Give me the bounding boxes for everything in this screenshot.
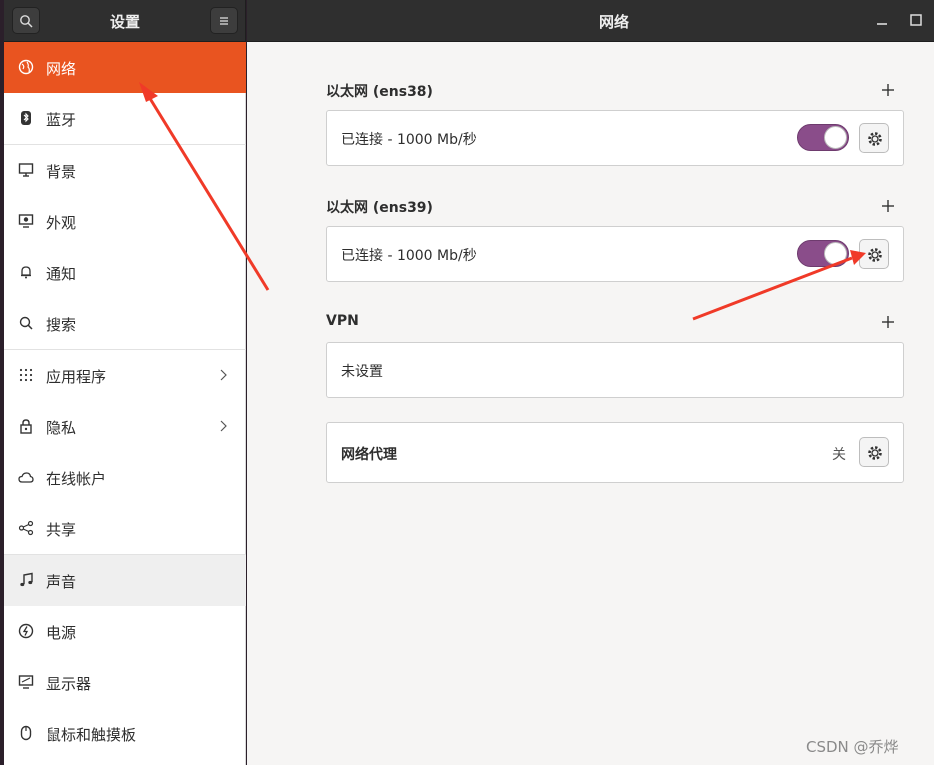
menu-button[interactable] [210, 7, 238, 34]
toggle-knob [824, 242, 847, 265]
network-proxy-label: 网络代理 [341, 447, 397, 463]
apps-grid-icon [19, 368, 33, 382]
bluetooth-icon [21, 111, 31, 125]
network-proxy-row[interactable]: 网络代理 关 [326, 422, 904, 483]
sidebar-item-displays[interactable]: 显示器 [4, 657, 246, 708]
sidebar-item-label: 声音 [46, 573, 77, 591]
sidebar-item-label: 电源 [46, 624, 77, 642]
ethernet-ens38-row: 已连接 - 1000 Mb/秒 [326, 110, 904, 166]
ethernet-ens38-settings-button[interactable] [859, 123, 889, 153]
ethernet-ens39-toggle[interactable] [797, 240, 849, 267]
network-panel: 以太网 (ens38) 已连接 - 1000 Mb/秒 以太网 (ens39) … [247, 42, 934, 765]
hamburger-menu-icon [220, 17, 228, 25]
page-title: 网络 [599, 13, 630, 31]
sidebar-item-sound[interactable]: 声音 [4, 555, 246, 606]
vpn-title: VPN [326, 313, 359, 329]
music-note-icon [20, 572, 33, 587]
appearance-icon [18, 214, 34, 228]
vpn-status: 未设置 [341, 364, 383, 380]
sidebar-item-background[interactable]: 背景 [4, 145, 246, 196]
vpn-row: 未设置 [326, 342, 904, 398]
gear-icon [868, 248, 882, 262]
cloud-icon [18, 472, 34, 483]
power-icon [18, 623, 34, 639]
sidebar-item-applications[interactable]: 应用程序 [4, 350, 246, 401]
search-icon [20, 15, 33, 28]
sidebar-item-bluetooth[interactable]: 蓝牙 [4, 93, 246, 144]
sidebar-item-notifications[interactable]: 通知 [4, 247, 246, 298]
sidebar-item-power[interactable]: 电源 [4, 606, 246, 657]
sidebar-item-label: 共享 [46, 521, 77, 539]
sidebar-item-label: 鼠标和触摸板 [46, 726, 137, 744]
content-header: 网络 [247, 0, 934, 42]
sidebar-item-label: 通知 [46, 265, 77, 283]
ethernet-ens39-row: 已连接 - 1000 Mb/秒 [326, 226, 904, 282]
sidebar: 网络 蓝牙 背景 外观 通知 搜索 应用程序 隐私 在线帐户 共享 声音 电源 … [4, 42, 246, 765]
add-icon[interactable] [881, 83, 895, 97]
settings-window: 设置 网络 网络 蓝牙 背景 外观 通知 搜索 应用程序 隐私 在线帐户 共享 … [0, 0, 934, 765]
proxy-state: 关 [832, 447, 846, 463]
gear-icon [868, 132, 882, 146]
connection-status: 已连接 - 1000 Mb/秒 [341, 132, 477, 148]
minimize-button[interactable] [874, 12, 890, 28]
sidebar-header: 设置 [4, 0, 246, 42]
sidebar-item-label: 隐私 [46, 419, 77, 437]
sidebar-item-label: 蓝牙 [46, 111, 77, 129]
sidebar-item-label: 显示器 [46, 675, 92, 693]
maximize-icon [910, 14, 922, 26]
settings-title: 设置 [110, 13, 141, 31]
ethernet-ens39-title: 以太网 (ens39) [326, 200, 433, 216]
sidebar-item-appearance[interactable]: 外观 [4, 196, 246, 247]
toggle-knob [824, 126, 847, 149]
connection-status: 已连接 - 1000 Mb/秒 [341, 248, 477, 264]
display-icon [18, 675, 34, 689]
search-button[interactable] [12, 7, 40, 34]
gear-icon [868, 446, 882, 460]
sidebar-item-label: 背景 [46, 163, 77, 181]
ethernet-ens38-toggle[interactable] [797, 124, 849, 151]
sidebar-item-label: 外观 [46, 214, 77, 232]
bell-icon [21, 266, 31, 279]
sidebar-item-label: 网络 [46, 60, 77, 78]
add-icon[interactable] [881, 199, 895, 213]
sidebar-item-label: 应用程序 [46, 368, 107, 386]
maximize-button[interactable] [908, 12, 924, 28]
sidebar-item-sharing[interactable]: 共享 [4, 503, 246, 554]
chevron-right-icon [220, 420, 227, 432]
add-icon[interactable] [881, 315, 895, 329]
sidebar-item-privacy[interactable]: 隐私 [4, 401, 246, 452]
chevron-right-icon [220, 369, 227, 381]
lock-icon [20, 419, 32, 434]
share-icon [18, 520, 34, 536]
sidebar-item-search[interactable]: 搜索 [4, 298, 246, 349]
sidebar-item-network[interactable]: 网络 [4, 42, 246, 93]
sidebar-item-label: 在线帐户 [46, 470, 107, 488]
monitor-icon [18, 163, 34, 177]
globe-icon [18, 59, 34, 75]
ethernet-ens39-settings-button[interactable] [859, 239, 889, 269]
minimize-icon [877, 23, 887, 25]
sidebar-item-online-accounts[interactable]: 在线帐户 [4, 452, 246, 503]
network-proxy-settings-button[interactable] [859, 437, 889, 467]
mouse-icon [20, 725, 32, 741]
ethernet-ens38-title: 以太网 (ens38) [326, 84, 433, 100]
sidebar-item-mouse-touchpad[interactable]: 鼠标和触摸板 [4, 708, 246, 759]
sidebar-item-label: 搜索 [46, 316, 77, 334]
search-icon [19, 316, 33, 330]
watermark: CSDN @乔烨 [806, 738, 899, 756]
